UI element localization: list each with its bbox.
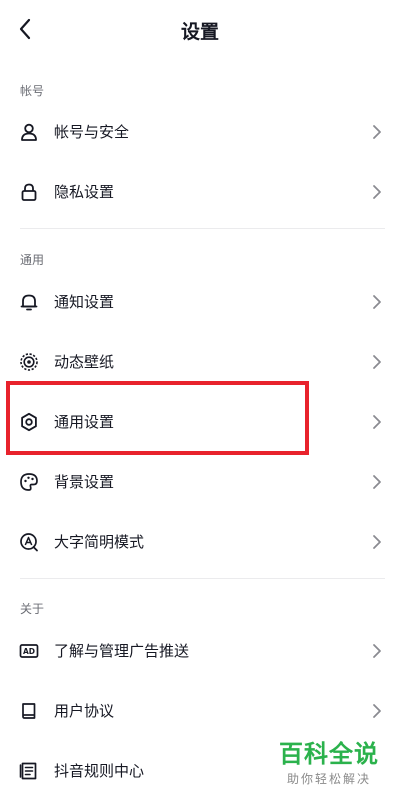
settings-item-notifications[interactable]: 通知设置 [0, 272, 400, 332]
settings-item-user-agreement[interactable]: 用户协议 [0, 681, 400, 741]
chevron-right-icon [373, 475, 381, 489]
watermark-subtitle: 助你轻松解决 [286, 772, 371, 786]
section-label-account: 帐号 [20, 84, 45, 98]
settings-item-label: 用户协议 [54, 702, 115, 720]
svg-text:AD: AD [23, 647, 35, 656]
settings-item-label: 隐私设置 [54, 183, 115, 201]
chevron-right-icon [373, 125, 381, 139]
settings-item-general-settings[interactable]: 通用设置 [0, 392, 400, 452]
chevron-right-icon [373, 295, 381, 309]
lock-icon [19, 182, 39, 202]
settings-item-label: 通知设置 [54, 293, 115, 311]
live-wallpaper-icon [19, 352, 39, 372]
settings-item-privacy[interactable]: 隐私设置 [0, 162, 400, 222]
header: 设置 [0, 0, 400, 60]
bell-icon [19, 292, 39, 312]
settings-item-ad-management[interactable]: AD 了解与管理广告推送 [0, 621, 400, 681]
settings-item-label: 通用设置 [54, 413, 115, 431]
settings-item-label: 大字简明模式 [54, 533, 145, 551]
settings-item-live-wallpaper[interactable]: 动态壁纸 [0, 332, 400, 392]
book-icon [19, 701, 39, 721]
watermark: 百科全说 助你轻松解决 [274, 740, 384, 787]
chevron-right-icon [373, 644, 381, 658]
section-divider [20, 578, 385, 579]
settings-item-large-text-mode[interactable]: 大字简明模式 [0, 512, 400, 572]
rules-icon [19, 761, 39, 781]
settings-item-label: 背景设置 [54, 473, 115, 491]
section-label-about: 关于 [20, 602, 45, 616]
page-title: 设置 [180, 21, 219, 43]
settings-item-label: 了解与管理广告推送 [54, 642, 190, 660]
settings-item-label: 帐号与安全 [54, 123, 130, 141]
chevron-right-icon [373, 355, 381, 369]
palette-icon [19, 472, 39, 492]
user-icon [19, 122, 39, 142]
section-label-general: 通用 [20, 253, 45, 267]
settings-item-label: 动态壁纸 [54, 353, 115, 371]
chevron-right-icon [373, 704, 381, 718]
chevron-right-icon [373, 535, 381, 549]
chevron-right-icon [373, 415, 381, 429]
settings-item-label: 抖音规则中心 [54, 762, 145, 780]
ad-icon: AD [19, 641, 39, 661]
settings-item-account-security[interactable]: 帐号与安全 [0, 102, 400, 162]
large-text-icon [19, 532, 39, 552]
section-divider [20, 228, 385, 229]
chevron-right-icon [373, 185, 381, 199]
gear-icon [19, 412, 39, 432]
watermark-title: 百科全说 [279, 740, 379, 768]
settings-item-background[interactable]: 背景设置 [0, 452, 400, 512]
